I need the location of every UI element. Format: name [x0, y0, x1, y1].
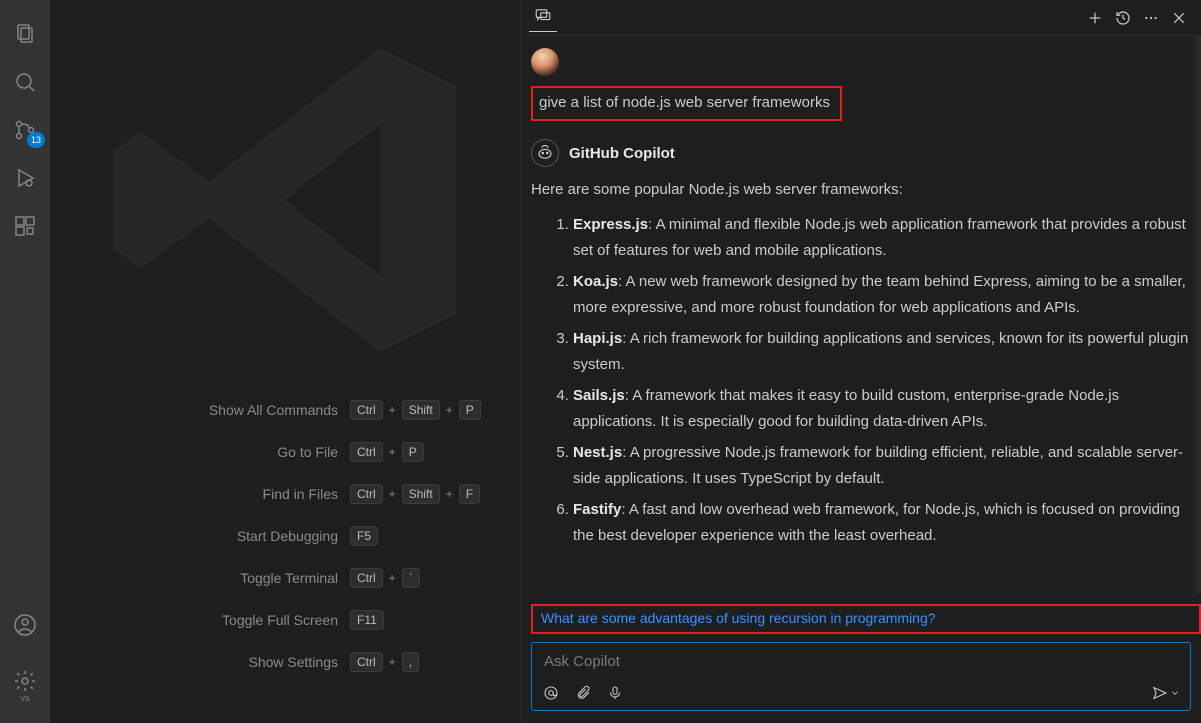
new-chat-icon[interactable] [1081, 4, 1109, 32]
list-item: Hapi.js: A rich framework for building a… [573, 326, 1191, 377]
chat-suggestion-link[interactable]: What are some advantages of using recurs… [541, 610, 936, 626]
explorer-icon[interactable] [1, 10, 49, 58]
shortcut-label: Toggle Terminal [240, 570, 338, 586]
chat-body[interactable]: give a list of node.js web server framew… [521, 36, 1201, 600]
attach-icon[interactable] [574, 684, 592, 702]
mic-icon[interactable] [606, 684, 624, 702]
shortcut-row: Go to File Ctrl+ P [50, 442, 490, 462]
shortcut-label: Start Debugging [237, 528, 338, 544]
settings-gear-icon[interactable]: VS [1, 657, 49, 705]
extensions-icon[interactable] [1, 202, 49, 250]
list-item: Fastify: A fast and low overhead web fra… [573, 497, 1191, 548]
account-icon[interactable] [1, 601, 49, 649]
framework-list: Express.js: A minimal and flexible Node.… [531, 212, 1191, 548]
shortcut-row: Toggle Full Screen F11 [50, 610, 490, 630]
shortcut-label: Show All Commands [209, 402, 338, 418]
list-item: Express.js: A minimal and flexible Node.… [573, 212, 1191, 263]
scrollbar[interactable] [1191, 36, 1201, 593]
chat-input-box [531, 642, 1191, 711]
chat-tab-bar [521, 0, 1201, 36]
user-prompt-highlight: give a list of node.js web server framew… [531, 86, 842, 121]
chat-input-area [521, 642, 1201, 723]
ai-message: GitHub Copilot Here are some popular Nod… [531, 139, 1191, 548]
shortcut-label: Toggle Full Screen [222, 612, 338, 628]
history-icon[interactable] [1109, 4, 1137, 32]
shortcut-row: Show Settings Ctrl+ , [50, 652, 490, 672]
chat-tab-icon[interactable] [529, 4, 557, 32]
shortcut-row: Show All Commands Ctrl+ Shift+ P [50, 400, 490, 420]
list-item: Sails.js: A framework that makes it easy… [573, 383, 1191, 434]
activity-bar: 13 VS [0, 0, 50, 723]
shortcut-row: Start Debugging F5 [50, 526, 490, 546]
source-control-icon[interactable]: 13 [1, 106, 49, 154]
shortcut-label: Show Settings [249, 654, 339, 670]
shortcut-row: Toggle Terminal Ctrl+ ` [50, 568, 490, 588]
welcome-shortcuts: Show All Commands Ctrl+ Shift+ P Go to F… [50, 400, 490, 672]
ai-name: GitHub Copilot [569, 145, 675, 162]
copilot-chat-panel: give a list of node.js web server framew… [520, 0, 1201, 723]
shortcut-row: Find in Files Ctrl+ Shift+ F [50, 484, 490, 504]
suggestion-highlight: What are some advantages of using recurs… [531, 604, 1201, 634]
list-item: Koa.js: A new web framework designed by … [573, 269, 1191, 320]
run-debug-icon[interactable] [1, 154, 49, 202]
more-icon[interactable] [1137, 4, 1165, 32]
close-icon[interactable] [1165, 4, 1193, 32]
user-message: give a list of node.js web server framew… [531, 48, 1191, 121]
shortcut-label: Go to File [277, 444, 338, 460]
copilot-avatar-icon [531, 139, 559, 167]
list-item: Nest.js: A progressive Node.js framework… [573, 440, 1191, 491]
vs-label: VS [20, 696, 29, 703]
scm-badge: 13 [27, 132, 45, 148]
user-prompt-text: give a list of node.js web server framew… [539, 94, 830, 111]
ai-intro-text: Here are some popular Node.js web server… [531, 181, 1191, 198]
editor-welcome-area: Show All Commands Ctrl+ Shift+ P Go to F… [50, 0, 520, 723]
user-avatar [531, 48, 559, 76]
chat-input[interactable] [532, 643, 1190, 680]
send-button[interactable] [1152, 685, 1180, 701]
vscode-watermark-logo [95, 10, 475, 395]
shortcut-label: Find in Files [263, 486, 338, 502]
search-icon[interactable] [1, 58, 49, 106]
mention-icon[interactable] [542, 684, 560, 702]
